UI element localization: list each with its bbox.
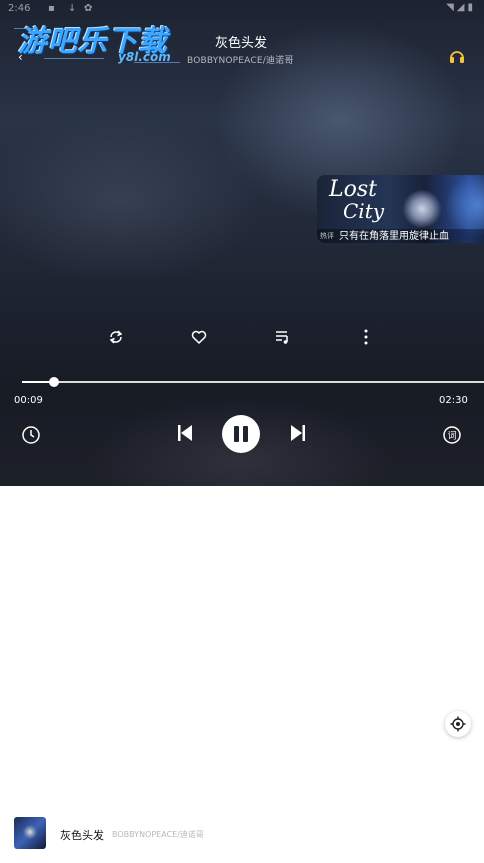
song-title: 灰色头发 [215, 36, 268, 51]
current-time: 00:09 [14, 395, 43, 406]
repeat-icon[interactable] [107, 328, 125, 346]
mini-player-title[interactable]: 灰色头发 [60, 827, 104, 843]
signal-icon: ◢ [456, 2, 468, 13]
locate-button[interactable] [445, 711, 471, 737]
pause-icon [234, 426, 239, 442]
banner-caption: 只有在角落里用旋律止血 [339, 231, 449, 242]
song-artist: BOBBYNOPEACE/迪诺哥 [187, 56, 294, 66]
skip-previous-icon[interactable] [176, 423, 194, 443]
mini-player-artist: BOBBYNOPEACE/迪诺哥 [112, 830, 204, 839]
settings-icon: ✿ [84, 3, 93, 14]
pause-button[interactable] [222, 415, 260, 453]
comment-banner[interactable]: Lost City 热评 只有在角落里用旋律止血 [317, 175, 484, 243]
progress-thumb[interactable] [48, 377, 59, 387]
more-vertical-icon[interactable] [357, 328, 375, 346]
battery-icon: ▮ [467, 2, 476, 13]
wifi-icon: ◥ [446, 2, 457, 13]
player-panel: 2:46 ▪ ↓ ✿ ◥◢▮ 游吧乐下载 y8l.com ‹ 灰色头发 BOBB… [0, 0, 484, 486]
clock-icon[interactable] [21, 425, 41, 445]
notification-icon: ▪ [48, 3, 55, 14]
status-time: 2:46 [8, 3, 31, 14]
logo-sub-text: y8l.com [118, 50, 171, 64]
heart-icon[interactable] [190, 328, 208, 346]
status-bar: 2:46 ▪ ↓ ✿ ◥◢▮ [0, 0, 484, 18]
locate-icon [450, 716, 466, 732]
banner-artwork-text-2: City [343, 199, 385, 223]
progress-track[interactable] [22, 381, 484, 383]
skip-next-icon[interactable] [289, 423, 307, 443]
playlist-icon[interactable] [274, 328, 292, 346]
download-icon: ↓ [68, 3, 77, 14]
banner-artwork-text-1: Lost [329, 177, 377, 202]
watermark-logo: 游吧乐下载 y8l.com [14, 18, 184, 68]
mini-player-cover[interactable] [14, 817, 46, 849]
total-time: 02:30 [439, 395, 468, 406]
lyrics-label: 词 [447, 431, 456, 442]
headphone-icon[interactable] [448, 48, 466, 64]
status-icons: ◥◢▮ [446, 2, 476, 13]
banner-tag: 热评 [320, 232, 334, 240]
lyrics-icon[interactable]: 词 [442, 425, 462, 445]
back-arrow-icon[interactable]: ‹ [18, 50, 23, 64]
